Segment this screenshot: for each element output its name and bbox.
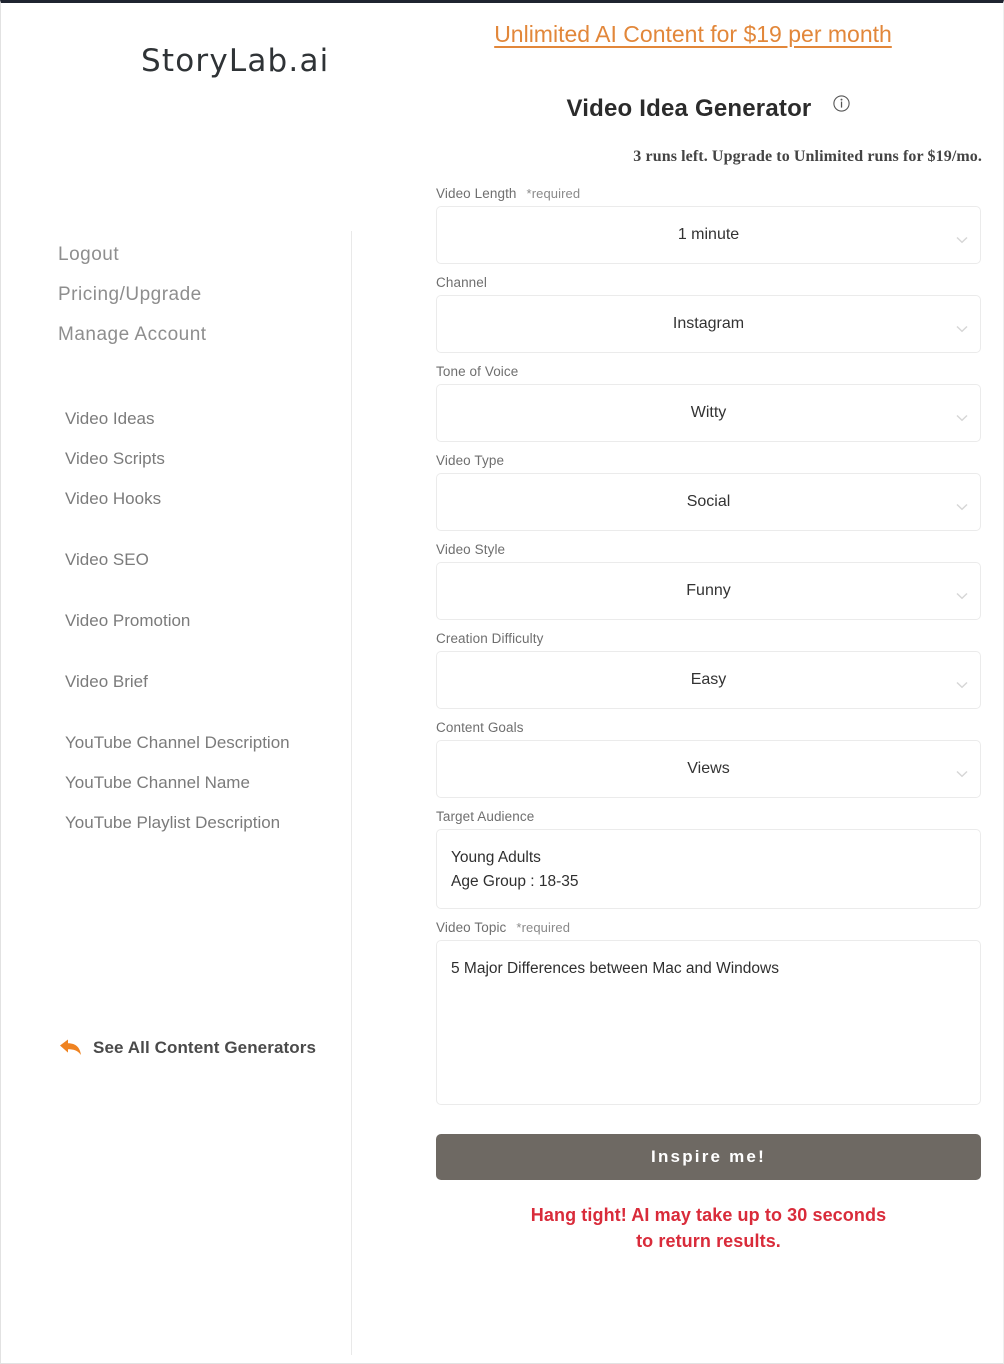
label-content-goals: Content Goals (436, 720, 524, 735)
label-video-topic: Video Topic *required (436, 920, 981, 935)
label-tone-of-voice: Tone of Voice (436, 364, 519, 379)
info-circle-icon[interactable] (833, 94, 851, 112)
field-video-type: Video Type Social (436, 453, 981, 531)
select-creation-difficulty-value: Easy (690, 671, 727, 688)
field-video-topic: Video Topic *required 5 Major Differences… (436, 920, 981, 1105)
select-video-style-value: Funny (686, 582, 731, 599)
select-tone-of-voice-value: Witty (690, 404, 727, 421)
sidebar-item-logout[interactable]: Logout (58, 235, 351, 275)
label-video-style: Video Style (436, 542, 506, 557)
chevron-down-icon (956, 498, 968, 511)
label-channel: Channel (436, 275, 487, 290)
required-marker: *required (516, 920, 571, 935)
label-text: Video Length (436, 186, 517, 201)
sidebar-item-video-brief[interactable]: Video Brief (65, 662, 351, 702)
sidebar-item-youtube-channel-name[interactable]: YouTube Channel Name (65, 763, 351, 803)
label-target-audience: Target Audience (436, 809, 535, 824)
select-content-goals-value: Views (687, 760, 730, 777)
chevron-down-icon (956, 409, 968, 422)
select-video-type-value: Social (686, 493, 731, 510)
field-tone-of-voice: Tone of Voice Witty (436, 364, 981, 442)
app-page: StoryLab.ai Unlimited AI Content for $19… (0, 0, 1004, 1364)
required-marker: *required (526, 186, 581, 201)
see-all-label: See All Content Generators (93, 1038, 317, 1057)
chevron-down-icon (956, 676, 968, 689)
chevron-down-icon (956, 231, 968, 244)
chevron-down-icon (956, 320, 968, 333)
label-creation-difficulty: Creation Difficulty (436, 631, 544, 646)
field-video-style: Video Style Funny (436, 542, 981, 620)
sidebar-item-manage-account[interactable]: Manage Account (58, 315, 351, 355)
label-video-length: Video Length *required (436, 186, 981, 201)
label-video-type: Video Type (436, 453, 505, 468)
select-creation-difficulty[interactable]: Easy (436, 651, 981, 709)
sidebar-item-video-scripts[interactable]: Video Scripts (65, 439, 351, 479)
field-content-goals: Content Goals Views (436, 720, 981, 798)
target-audience-input[interactable]: Young Adults Age Group : 18-35 (436, 829, 981, 909)
chevron-down-icon (956, 765, 968, 778)
sidebar-item-video-promotion[interactable]: Video Promotion (65, 601, 351, 641)
promo-upgrade-link[interactable]: Unlimited AI Content for $19 per month (455, 21, 931, 48)
select-channel-value: Instagram (672, 315, 745, 332)
sidebar-divider (351, 231, 352, 1355)
processing-notice-line-2: to return results. (636, 1231, 781, 1251)
target-audience-line-1: Young Adults (451, 849, 541, 866)
label-text: Video Topic (436, 920, 507, 935)
field-channel: Channel Instagram (436, 275, 981, 353)
select-content-goals[interactable]: Views (436, 740, 981, 798)
back-arrow-icon (58, 1037, 83, 1059)
page-title: Video Idea Generator (566, 95, 812, 122)
select-video-type[interactable]: Social (436, 473, 981, 531)
chevron-down-icon (956, 587, 968, 600)
field-target-audience: Target Audience Young Adults Age Group :… (436, 809, 981, 909)
processing-notice: Hang tight! AI may take up to 30 seconds… (436, 1202, 981, 1254)
select-video-style[interactable]: Funny (436, 562, 981, 620)
select-tone-of-voice[interactable]: Witty (436, 384, 981, 442)
brand-logo: StoryLab.ai (141, 43, 330, 79)
generator-form: Video Length *required 1 minute Channel I… (436, 186, 981, 1254)
sidebar-item-pricing-upgrade[interactable]: Pricing/Upgrade (58, 275, 351, 315)
select-video-length-value: 1 minute (677, 226, 740, 243)
sidebar-item-youtube-channel-description[interactable]: YouTube Channel Description (65, 723, 351, 763)
sidebar-nav-group: Video Ideas Video Scripts Video Hooks Vi… (1, 399, 351, 843)
sidebar-item-video-hooks[interactable]: Video Hooks (65, 479, 351, 519)
sidebar-account-group: Logout Pricing/Upgrade Manage Account (1, 235, 351, 355)
video-topic-input[interactable]: 5 Major Differences between Mac and Wind… (436, 940, 981, 1105)
processing-notice-line-1: Hang tight! AI may take up to 30 seconds (530, 1205, 887, 1225)
page-title-row: Video Idea Generator (436, 94, 981, 123)
page-header: StoryLab.ai Unlimited AI Content for $19… (1, 3, 1003, 165)
video-topic-value: 5 Major Differences between Mac and Wind… (451, 960, 779, 977)
select-channel[interactable]: Instagram (436, 295, 981, 353)
sidebar-item-youtube-playlist-description[interactable]: YouTube Playlist Description (65, 803, 351, 843)
select-video-length[interactable]: 1 minute (436, 206, 981, 264)
field-video-length: Video Length *required 1 minute (436, 186, 981, 264)
field-creation-difficulty: Creation Difficulty Easy (436, 631, 981, 709)
sidebar-item-video-seo[interactable]: Video SEO (65, 540, 351, 580)
sidebar-item-video-ideas[interactable]: Video Ideas (65, 399, 351, 439)
runs-left-text: 3 runs left. Upgrade to Unlimited runs f… (633, 148, 982, 165)
inspire-me-button[interactable]: Inspire me! (436, 1134, 981, 1180)
see-all-content-generators-link[interactable]: See All Content Generators (58, 1037, 316, 1059)
target-audience-line-2: Age Group : 18-35 (451, 873, 579, 890)
sidebar: Logout Pricing/Upgrade Manage Account Vi… (1, 235, 351, 1057)
